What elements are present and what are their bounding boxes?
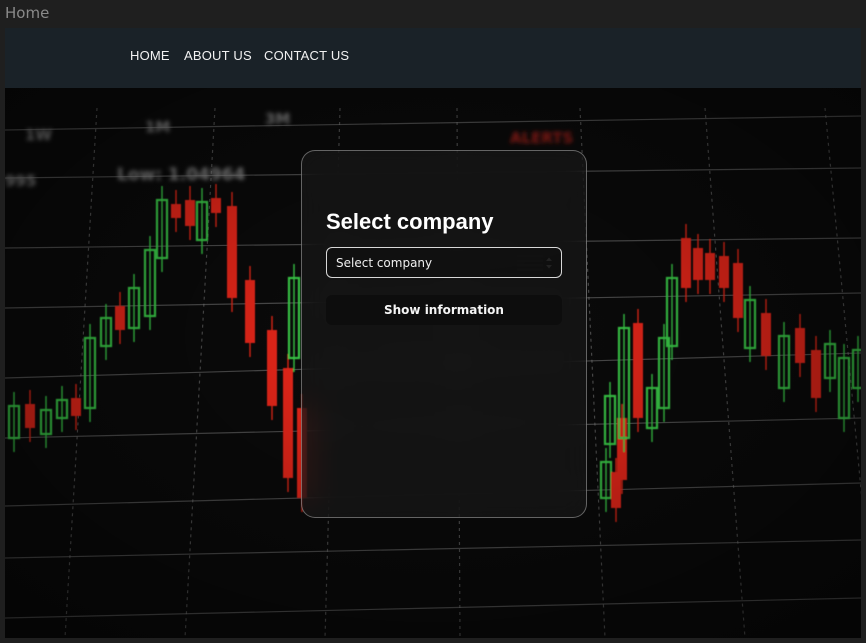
nav-about-link[interactable]: ABOUT US [184,48,252,63]
card-title: Select company [326,209,494,234]
company-select-value: Select company [336,256,433,270]
company-select-card: Select company Select company Show infor… [301,150,587,518]
top-navbar: HOME ABOUT US CONTACT US [5,28,861,88]
page-frame: HOME ABOUT US CONTACT US 1W1M3M995Low: 1… [5,28,861,638]
tab-title[interactable]: Home [5,4,49,22]
nav-contact-link[interactable]: CONTACT US [264,48,349,63]
browser-tab-strip: Home [0,0,866,28]
select-chevron-icon [517,255,552,271]
company-select[interactable]: Select company [326,247,562,278]
nav-home-link[interactable]: HOME [130,48,170,63]
show-information-button[interactable]: Show information [326,295,562,325]
